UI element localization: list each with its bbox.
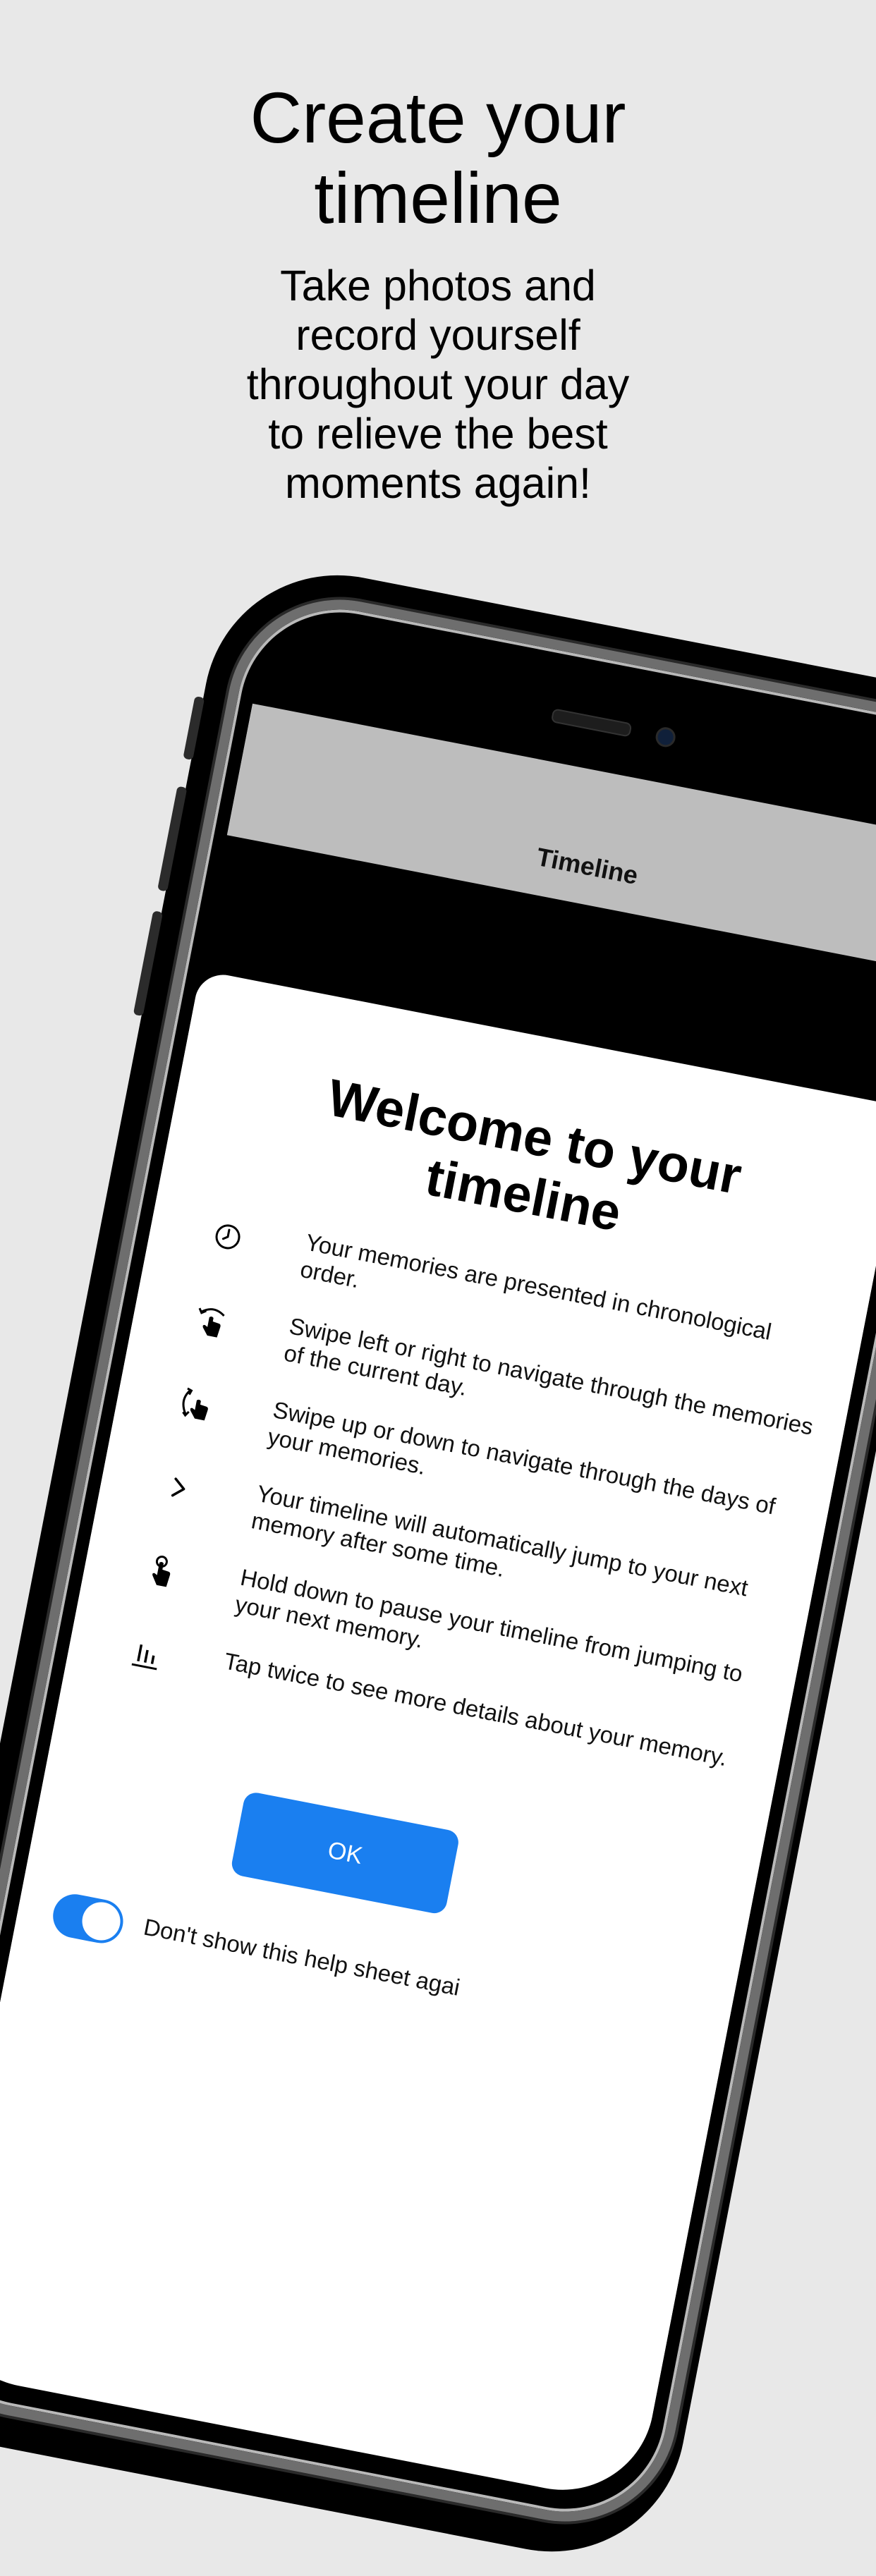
ok-button[interactable]: OK [229, 1790, 461, 1916]
swipe-horizontal-icon [187, 1296, 236, 1345]
front-camera [654, 725, 678, 749]
hold-hand-icon [138, 1547, 188, 1597]
subhead-line: throughout your day [246, 360, 630, 408]
headline-line: timeline [314, 158, 562, 238]
phone-screen: Timeline Welcome to your timeline Your m… [0, 610, 876, 2506]
toggle-knob [78, 1898, 124, 1944]
chevron-right-icon [154, 1463, 204, 1513]
dont-show-toggle[interactable] [49, 1890, 127, 1947]
swipe-vertical-icon [171, 1379, 220, 1429]
subhead-line: Take photos and [280, 262, 596, 310]
earpiece-speaker [550, 708, 633, 738]
subhead-line: to relieve the best [268, 410, 608, 458]
details-icon [121, 1631, 171, 1680]
subhead-line: record yourself [296, 311, 580, 359]
nav-title: Timeline [534, 842, 641, 891]
headline-line: Create your [250, 78, 626, 158]
clock-icon [203, 1212, 253, 1262]
navigation-bar: Timeline [226, 703, 876, 972]
subhead-line: moments again! [285, 459, 591, 507]
help-list: Your memories are presented in chronolog… [114, 1209, 835, 1833]
promo-subhead: Take photos and record yourself througho… [0, 261, 876, 508]
dont-show-label: Don't show this help sheet agai [141, 1913, 463, 2001]
promo-headline: Create your timeline [0, 78, 876, 238]
phone-mockup: Timeline Welcome to your timeline Your m… [0, 552, 876, 2575]
